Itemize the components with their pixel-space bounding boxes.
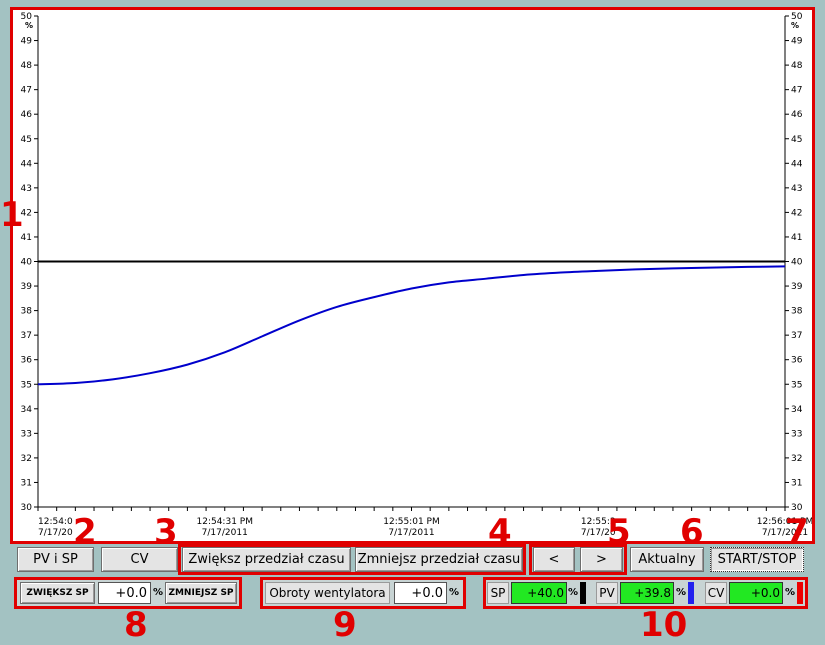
sp-value-field[interactable]: +0.0 — [98, 582, 151, 604]
zoom-out-button[interactable]: Zmniejsz przedział czasu — [355, 547, 523, 572]
y-tick-label-left: 49 — [21, 37, 33, 47]
y-tick-label-right: 38 — [791, 307, 803, 317]
y-tick-label-left: 40 — [21, 258, 33, 268]
y-tick-label-left: 37 — [21, 331, 32, 341]
y-tick-label-right: 48 — [791, 61, 803, 71]
start-stop-button[interactable]: START/STOP — [710, 547, 804, 572]
sp-readout-label: SP — [487, 582, 509, 604]
y-tick-label-right: 41 — [791, 233, 802, 243]
decrease-sp-button[interactable]: ZMNIEJSZ SP — [165, 582, 237, 604]
x-tick-time-label: 12:55:01 PM — [383, 517, 439, 527]
annotation-3: 3 — [154, 512, 178, 552]
sp-readout-unit: % — [568, 587, 579, 598]
cv-readout-label: CV — [705, 582, 727, 604]
trend-chart-svg: 30 3031 3132 3233 3334 3435 3536 3637 3738 3839 39… — [21, 12, 812, 538]
annotation-8: 8 — [124, 605, 148, 645]
y-tick-label-left: 48 — [21, 61, 33, 71]
y-tick-label-right: 31 — [791, 478, 802, 488]
y-tick-label-left: 45 — [21, 135, 32, 145]
x-tick-date-label: 7/17/2011 — [388, 528, 434, 538]
y-tick-label-left: 36 — [21, 356, 33, 366]
sp-readout-value: +40.0 — [511, 582, 567, 604]
pv-readout-label: PV — [596, 582, 618, 604]
x-tick-date-label: 7/17/20 — [38, 528, 73, 538]
y-tick-label-right: 35 — [791, 380, 802, 390]
annotation-1: 1 — [0, 195, 24, 235]
x-tick-time-label: 12:54:0 — [38, 517, 73, 527]
process-value-series-line — [37, 265, 786, 386]
y-tick-label-left: 34 — [21, 405, 33, 415]
scroll-right-button[interactable]: > — [580, 547, 623, 572]
y-unit-label-right: % — [791, 21, 799, 30]
x-tick-date-label: 7/17/2011 — [202, 528, 248, 538]
y-tick-label-left: 33 — [21, 429, 32, 439]
cv-color-indicator — [797, 582, 803, 604]
y-tick-label-left: 38 — [21, 307, 33, 317]
annotation-7: 7 — [785, 512, 809, 552]
fan-unit-label: % — [449, 587, 460, 598]
y-tick-label-left: 32 — [21, 454, 32, 464]
y-tick-label-right: 42 — [791, 208, 802, 218]
annotation-2: 2 — [73, 512, 97, 552]
pv-color-indicator — [688, 582, 694, 604]
scroll-left-button[interactable]: < — [533, 547, 575, 572]
annotation-9: 9 — [333, 605, 357, 645]
trend-chart: 30 30 31 31 32 32 33 33 34 34 35 35 36 36 37 37 38 38 39 39… — [10, 7, 815, 544]
y-tick-label-left: 47 — [21, 86, 32, 96]
x-tick-time-label: 12:54:31 PM — [197, 517, 253, 527]
pv-readout-value: +39.8 — [620, 582, 674, 604]
sp-unit-label: % — [153, 587, 164, 598]
y-tick-label-right: 34 — [791, 405, 803, 415]
pv-readout-unit: % — [676, 587, 687, 598]
y-tick-label-left: 35 — [21, 380, 32, 390]
pv-sp-button[interactable]: PV i SP — [17, 547, 94, 572]
y-tick-label-left: 39 — [21, 282, 33, 292]
cv-button[interactable]: CV — [101, 547, 178, 572]
y-tick-label-right: 47 — [791, 86, 802, 96]
annotation-10: 10 — [640, 605, 688, 645]
y-tick-label-right: 46 — [791, 110, 803, 120]
y-unit-label-left: % — [25, 21, 33, 30]
y-tick-label-right: 33 — [791, 429, 802, 439]
y-tick-label-right: 43 — [791, 184, 802, 194]
y-tick-label-left: 43 — [21, 184, 32, 194]
y-tick-label-left: 30 — [21, 503, 33, 513]
y-tick-label-right: 39 — [791, 282, 803, 292]
y-tick-label-left: 46 — [21, 110, 33, 120]
cv-readout-value: +0.0 — [729, 582, 783, 604]
fan-label: Obroty wentylatora — [265, 582, 390, 604]
sp-color-indicator — [580, 582, 586, 604]
y-tick-label-right: 44 — [791, 159, 803, 169]
y-tick-label-right: 32 — [791, 454, 802, 464]
zoom-in-button[interactable]: Zwiększ przedział czasu — [182, 547, 351, 572]
annotation-6: 6 — [680, 512, 704, 552]
cv-readout-unit: % — [785, 587, 796, 598]
y-tick-label-left: 31 — [21, 478, 32, 488]
y-tick-label-right: 36 — [791, 356, 803, 366]
current-button[interactable]: Aktualny — [630, 547, 704, 572]
increase-sp-button[interactable]: ZWIĘKSZ SP — [20, 582, 95, 604]
y-tick-label-right: 37 — [791, 331, 802, 341]
y-tick-label-right: 49 — [791, 37, 803, 47]
y-tick-label-right: 40 — [791, 258, 803, 268]
y-tick-label-right: 45 — [791, 135, 802, 145]
fan-value-field[interactable]: +0.0 — [394, 582, 447, 604]
y-tick-label-left: 44 — [21, 159, 33, 169]
